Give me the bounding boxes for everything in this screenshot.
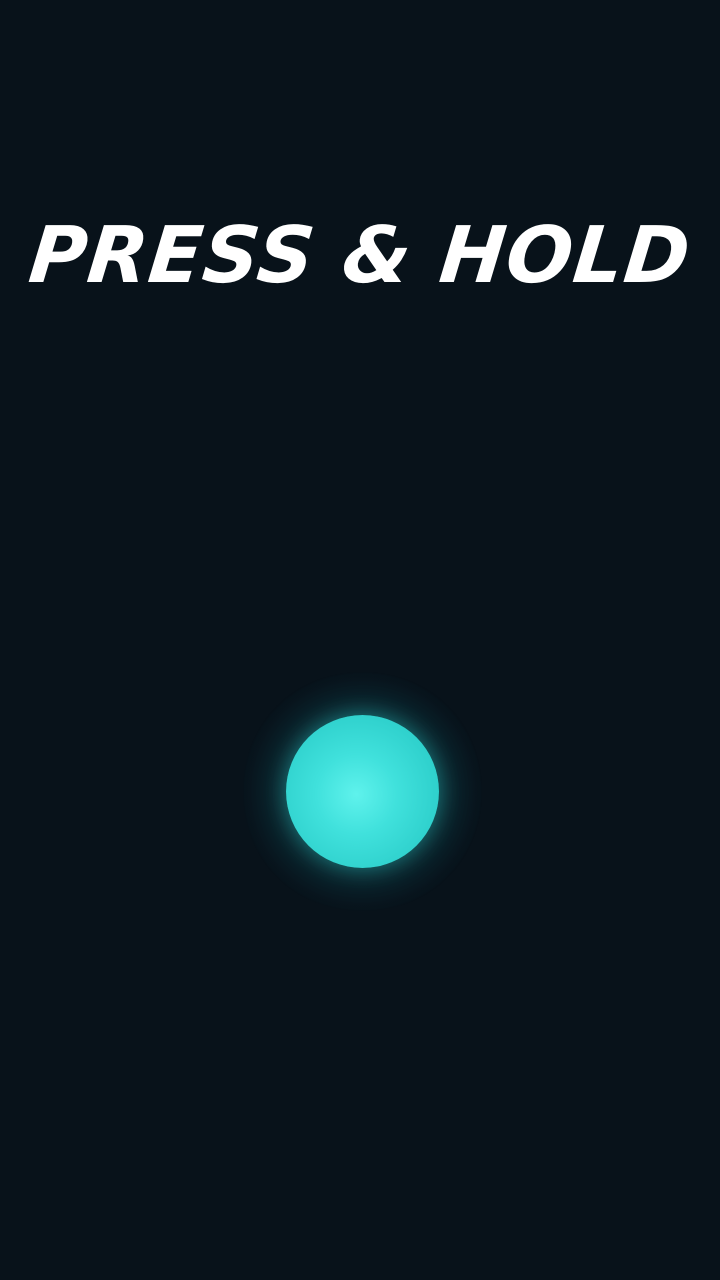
- press-and-hold-title: PRESS & HOLD: [25, 211, 695, 301]
- glowing-orb-icon[interactable]: [286, 715, 439, 868]
- game-screen[interactable]: PRESS & HOLD: [0, 0, 720, 1280]
